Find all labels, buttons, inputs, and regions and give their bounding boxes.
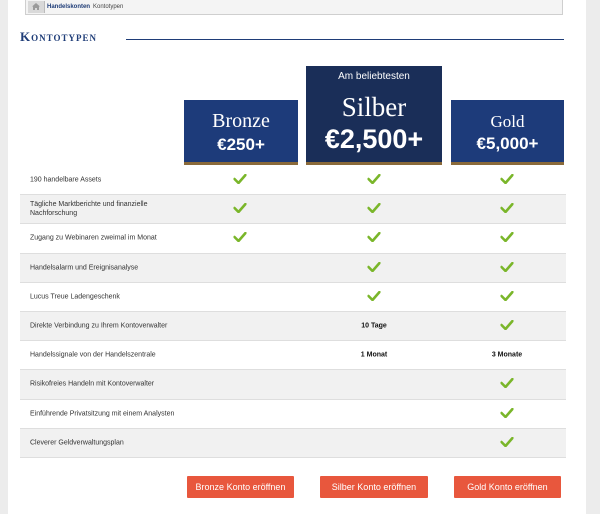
check-icon — [233, 232, 247, 244]
tier-name: Bronze — [212, 110, 270, 132]
title-divider — [126, 39, 564, 40]
tier-name: Gold — [490, 112, 525, 131]
check-icon — [233, 173, 247, 186]
feature-label: 190 handelbare Assets — [30, 176, 102, 184]
breadcrumb-link-handelskonten[interactable]: Handelskonten — [47, 4, 90, 10]
tier-price: €250+ — [217, 135, 265, 154]
feature-label: Direkte Verbindung zu Ihrem Kontoverwalt… — [30, 322, 168, 330]
check-icon — [367, 261, 381, 274]
table-row: Direkte Verbindung zu Ihrem Kontoverwalt… — [20, 311, 566, 342]
check-icon — [233, 202, 247, 215]
check-icon — [367, 290, 381, 303]
feature-label: Handelssignale von der Handelszentrale — [30, 351, 156, 359]
check-icon — [500, 290, 514, 303]
feature-value: 10 Tage — [361, 322, 387, 330]
tier-silber-header: Silber €2,500+ — [306, 88, 442, 165]
breadcrumb-current: Kontotypen — [93, 4, 124, 10]
check-icon — [500, 378, 514, 390]
feature-label: Cleverer Geldverwaltungsplan — [30, 439, 124, 447]
check-icon — [367, 232, 381, 244]
check-icon — [500, 319, 514, 332]
feature-value: 3 Monate — [491, 351, 523, 359]
feature-label: Tägliche Marktberichte und finanzielle N… — [30, 201, 148, 218]
check-icon — [500, 261, 514, 274]
table-row: Handelssignale von der Handelszentrale 1 … — [20, 341, 566, 371]
table-row: Handelsalarm und Ereignisanalyse — [20, 253, 566, 283]
feature-label: Lucus Treue Ladengeschenk — [30, 293, 120, 301]
tier-bronze-header: Bronze €250+ — [184, 100, 298, 165]
tier-price: €2,500+ — [324, 124, 424, 154]
breadcrumb: Handelskonten › Kontotypen — [25, 0, 563, 15]
feature-table: 190 handelbare Assets Tägliche Marktberic… — [20, 166, 566, 458]
feature-value: 1 Monat — [360, 351, 388, 359]
check-icon — [500, 232, 514, 244]
table-row: Lucus Treue Ladengeschenk — [20, 283, 566, 312]
check-icon — [500, 407, 514, 420]
open-bronze-account-button[interactable]: Bronze Konto eröffnen — [187, 476, 294, 498]
table-row: Risikofreies Handeln mit Kontoverwalter — [20, 370, 566, 400]
check-icon — [367, 173, 381, 186]
tier-gold-header: Gold €5,000+ — [451, 100, 564, 165]
open-silber-account-button[interactable]: Silber Konto eröffnen — [320, 476, 428, 498]
table-row: Cleverer Geldverwaltungsplan — [20, 428, 566, 458]
check-icon — [500, 202, 514, 215]
check-icon — [367, 202, 381, 215]
table-row: Zugang zu Webinaren zweimal im Monat — [20, 224, 566, 254]
feature-label: Einführende Privatsitzung mit einem Anal… — [30, 410, 175, 418]
feature-label: Zugang zu Webinaren zweimal im Monat — [30, 234, 157, 242]
home-icon[interactable] — [28, 1, 45, 13]
page-title: Kontotypen — [20, 29, 97, 44]
table-row: Einführende Privatsitzung mit einem Anal… — [20, 400, 566, 429]
feature-label: Risikofreies Handeln mit Kontoverwalter — [30, 380, 155, 388]
table-row: Tägliche Marktberichte und finanzielle N… — [20, 195, 566, 225]
tier-name: Silber — [341, 92, 407, 122]
table-row: 190 handelbare Assets — [20, 166, 566, 196]
tier-price: €5,000+ — [476, 134, 539, 153]
open-gold-account-button[interactable]: Gold Konto eröffnen — [454, 476, 561, 498]
check-icon — [500, 436, 514, 449]
feature-label: Handelsalarm und Ereignisanalyse — [30, 264, 139, 272]
popular-ribbon: Am beliebtesten — [306, 66, 442, 88]
chevron-right-icon: › — [85, 3, 88, 10]
check-icon — [500, 173, 514, 186]
